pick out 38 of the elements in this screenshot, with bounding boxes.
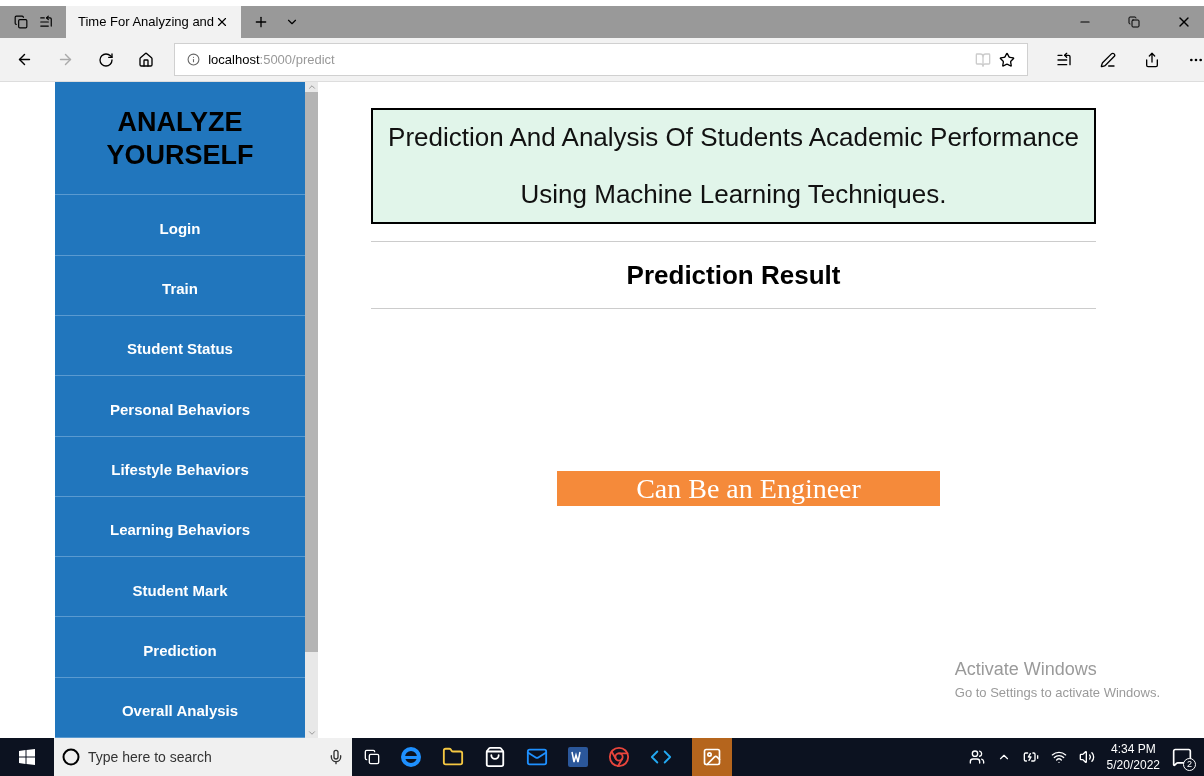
result-heading: Prediction Result	[626, 258, 841, 292]
close-icon[interactable]	[215, 15, 229, 29]
circle-icon	[62, 748, 80, 766]
photos-app-icon[interactable]	[692, 738, 732, 776]
refresh-icon[interactable]	[98, 51, 114, 68]
mail-icon[interactable]	[526, 746, 548, 768]
restore-icon[interactable]	[1128, 16, 1140, 28]
microphone-icon[interactable]	[328, 749, 344, 765]
pen-icon[interactable]	[1100, 51, 1116, 68]
new-tab-icon[interactable]	[253, 14, 269, 30]
tabs-aside-icon[interactable]	[13, 15, 28, 29]
taskbar-search-field[interactable]: Type here to search	[54, 738, 352, 776]
back-icon[interactable]	[16, 51, 33, 68]
task-view-icon[interactable]	[364, 749, 380, 765]
folder-icon[interactable]	[442, 746, 464, 768]
clock-date[interactable]: 5/20/2022	[1106, 757, 1160, 773]
volume-icon[interactable]	[1078, 749, 1095, 765]
browser-tab[interactable]: Time For Analyzing and	[66, 6, 241, 38]
share-icon[interactable]	[1144, 51, 1160, 68]
info-icon	[187, 53, 201, 66]
home-icon[interactable]	[138, 51, 154, 68]
banner-text: Prediction And Analysis Of Students Academic Performance	[388, 121, 1079, 154]
result-label: Can Be an Engineer	[557, 471, 940, 506]
battery-icon[interactable]	[1022, 749, 1039, 765]
clock-time[interactable]: 4:34 PM	[1110, 741, 1156, 757]
store-bag-icon[interactable]	[484, 746, 506, 768]
browser-e-icon[interactable]	[400, 746, 422, 768]
notification-count: 2	[1183, 758, 1196, 771]
url-text: localhost:5000/predict	[208, 50, 335, 69]
windows-start-icon[interactable]	[19, 749, 35, 765]
activation-subtitle: Go to Settings to activate Windows.	[954, 683, 1160, 702]
address-bar[interactable]: localhost:5000/predict	[174, 43, 1028, 76]
favorite-star-icon[interactable]	[999, 51, 1015, 68]
people-icon[interactable]	[968, 749, 985, 765]
banner-text: Using Machine Learning Techniques.	[520, 178, 947, 211]
word-document-icon[interactable]	[568, 747, 588, 767]
wifi-icon[interactable]	[1050, 749, 1067, 765]
activation-title: Activate Windows	[954, 657, 1098, 681]
